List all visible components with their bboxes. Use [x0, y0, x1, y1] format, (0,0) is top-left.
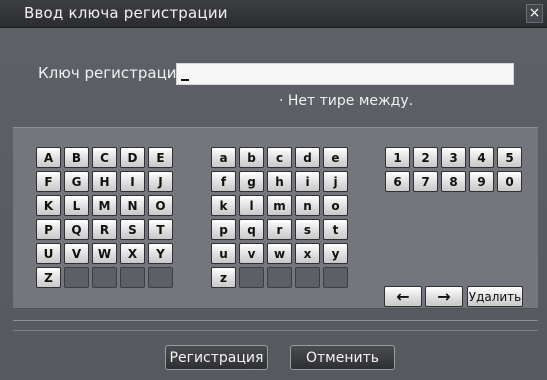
key-q[interactable]: q — [239, 219, 264, 240]
key-9[interactable]: 9 — [469, 171, 494, 192]
key-4[interactable]: 4 — [469, 147, 494, 168]
key-i[interactable]: i — [295, 171, 320, 192]
key-z[interactable]: z — [211, 267, 236, 288]
key-V[interactable]: V — [64, 243, 89, 264]
key-G[interactable]: G — [64, 171, 89, 192]
key-t[interactable]: t — [323, 219, 348, 240]
key-x[interactable]: x — [295, 243, 320, 264]
key-u[interactable]: u — [211, 243, 236, 264]
right-arrow-icon: → — [437, 287, 451, 306]
key-I[interactable]: I — [120, 171, 145, 192]
lowercase-keyboard: a b c d e f g h i j k l m n o p q r s t … — [211, 147, 348, 288]
key-s[interactable]: s — [295, 219, 320, 240]
blank-key — [148, 267, 173, 288]
key-v[interactable]: v — [239, 243, 264, 264]
key-7[interactable]: 7 — [413, 171, 438, 192]
key-T[interactable]: T — [148, 219, 173, 240]
key-a[interactable]: a — [211, 147, 236, 168]
key-l[interactable]: l — [239, 195, 264, 216]
key-y[interactable]: y — [323, 243, 348, 264]
blank-key — [267, 267, 292, 288]
key-2[interactable]: 2 — [413, 147, 438, 168]
digit-keyboard: 1 2 3 4 5 6 7 8 9 0 — [385, 147, 522, 192]
key-D[interactable]: D — [120, 147, 145, 168]
key-o[interactable]: o — [323, 195, 348, 216]
key-X[interactable]: X — [120, 243, 145, 264]
key-M[interactable]: M — [92, 195, 117, 216]
key-K[interactable]: K — [36, 195, 61, 216]
left-arrow-button[interactable]: ← — [384, 286, 422, 307]
uppercase-keyboard: A B C D E F G H I J K L M N O P Q R S T … — [36, 147, 173, 288]
title-bar: Ввод ключа регистрации × — [0, 0, 547, 28]
blank-key — [120, 267, 145, 288]
key-8[interactable]: 8 — [441, 171, 466, 192]
key-S[interactable]: S — [120, 219, 145, 240]
registration-key-input[interactable] — [176, 63, 514, 85]
key-e[interactable]: e — [323, 147, 348, 168]
key-d[interactable]: d — [295, 147, 320, 168]
key-r[interactable]: r — [267, 219, 292, 240]
key-h[interactable]: h — [267, 171, 292, 192]
key-5[interactable]: 5 — [497, 147, 522, 168]
key-O[interactable]: O — [148, 195, 173, 216]
key-A[interactable]: A — [36, 147, 61, 168]
key-Z[interactable]: Z — [36, 267, 61, 288]
key-6[interactable]: 6 — [385, 171, 410, 192]
blank-key — [92, 267, 117, 288]
key-W[interactable]: W — [92, 243, 117, 264]
key-n[interactable]: n — [295, 195, 320, 216]
key-k[interactable]: k — [211, 195, 236, 216]
close-icon[interactable]: × — [526, 4, 543, 23]
right-arrow-button[interactable]: → — [425, 286, 463, 307]
key-0[interactable]: 0 — [497, 171, 522, 192]
key-1[interactable]: 1 — [385, 147, 410, 168]
key-H[interactable]: H — [92, 171, 117, 192]
key-Q[interactable]: Q — [64, 219, 89, 240]
key-c[interactable]: c — [267, 147, 292, 168]
divider — [13, 330, 538, 331]
blank-key — [323, 267, 348, 288]
key-E[interactable]: E — [148, 147, 173, 168]
blank-key — [239, 267, 264, 288]
key-b[interactable]: b — [239, 147, 264, 168]
registration-key-label: Ключ регистрации — [38, 64, 187, 82]
key-N[interactable]: N — [120, 195, 145, 216]
key-f[interactable]: f — [211, 171, 236, 192]
key-Y[interactable]: Y — [148, 243, 173, 264]
key-C[interactable]: C — [92, 147, 117, 168]
key-J[interactable]: J — [148, 171, 173, 192]
key-g[interactable]: g — [239, 171, 264, 192]
registration-key-dialog: Ввод ключа регистрации × Ключ регистраци… — [0, 0, 547, 380]
cancel-button[interactable]: Отменить — [290, 345, 395, 370]
key-p[interactable]: p — [211, 219, 236, 240]
key-j[interactable]: j — [323, 171, 348, 192]
dialog-title: Ввод ключа регистрации — [24, 4, 228, 22]
blank-key — [295, 267, 320, 288]
key-P[interactable]: P — [36, 219, 61, 240]
key-B[interactable]: B — [64, 147, 89, 168]
key-L[interactable]: L — [64, 195, 89, 216]
no-dash-hint: · Нет тире между. — [279, 93, 414, 109]
key-F[interactable]: F — [36, 171, 61, 192]
left-arrow-icon: ← — [396, 287, 410, 306]
key-3[interactable]: 3 — [441, 147, 466, 168]
text-caret — [181, 79, 189, 81]
register-button[interactable]: Регистрация — [165, 345, 268, 370]
key-R[interactable]: R — [92, 219, 117, 240]
key-m[interactable]: m — [267, 195, 292, 216]
blank-key — [64, 267, 89, 288]
key-U[interactable]: U — [36, 243, 61, 264]
delete-button[interactable]: Удалить — [467, 286, 523, 307]
key-w[interactable]: w — [267, 243, 292, 264]
divider — [13, 320, 538, 321]
